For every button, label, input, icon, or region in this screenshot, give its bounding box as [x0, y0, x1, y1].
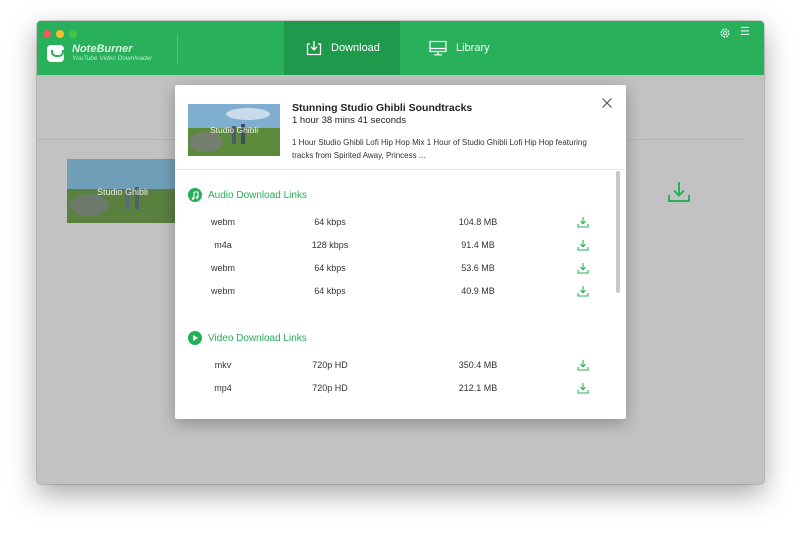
video-thumbnail: Studio Ghibli [188, 104, 280, 156]
zoom-window-button[interactable] [69, 30, 77, 38]
audio-row: webm 64 kbps 104.8 MB [175, 212, 615, 234]
download-icon[interactable] [577, 262, 589, 274]
tab-download-label: Download [331, 42, 380, 54]
background-thumb-text: Studio Ghibli [97, 187, 148, 197]
audio-row: webm 64 kbps 53.6 MB [175, 258, 615, 280]
app-logo: NoteBurner YouTube Video Downloader [47, 43, 152, 63]
title-bar: NoteBurner YouTube Video Downloader Down… [37, 21, 764, 75]
video-description: 1 Hour Studio Ghibli Lofi Hip Hop Mix 1 … [292, 138, 587, 160]
format-cell: mkv [214, 360, 232, 370]
play-icon [188, 331, 202, 345]
quality-cell: 720p HD [312, 360, 348, 370]
audio-section-title: Audio Download Links [188, 188, 307, 202]
video-duration: 1 hour 38 mins 41 seconds [292, 115, 407, 126]
download-links-dialog: Studio Ghibli Stunning Studio Ghibli Sou… [175, 85, 626, 419]
background-video-thumbnail: Studio Ghibli [67, 159, 175, 223]
size-cell: 40.9 MB [461, 286, 495, 296]
size-cell: 104.8 MB [458, 217, 498, 227]
app-name: NoteBurner [72, 43, 133, 55]
format-cell: webm [210, 217, 235, 227]
quality-cell: 128 kbps [311, 240, 349, 250]
format-cell: mp4 [214, 383, 232, 393]
format-cell: webm [210, 286, 235, 296]
video-section-label: Video Download Links [208, 332, 307, 344]
video-row: mkv 720p HD 350.4 MB [175, 355, 615, 377]
video-row: mp4 720p HD 212.1 MB [175, 378, 615, 400]
audio-row: m4a 128 kbps 91.4 MB [175, 235, 615, 257]
download-tray-icon [306, 41, 322, 56]
background-download-icon[interactable] [667, 181, 691, 203]
quality-cell: 64 kbps [314, 263, 346, 273]
video-section-title: Video Download Links [188, 331, 307, 345]
app-subtitle: YouTube Video Downloader [72, 55, 153, 62]
scrollbar-thumb[interactable] [616, 171, 620, 293]
size-cell: 350.4 MB [458, 360, 498, 370]
download-icon[interactable] [577, 285, 589, 297]
download-icon[interactable] [577, 359, 589, 371]
format-cell: webm [210, 263, 235, 273]
settings-gear-icon[interactable] [719, 27, 731, 39]
format-cell: m4a [214, 240, 232, 250]
close-dialog-icon[interactable] [601, 97, 613, 109]
download-icon[interactable] [577, 239, 589, 251]
video-title: Stunning Studio Ghibli Soundtracks [292, 102, 473, 114]
monitor-icon [429, 40, 447, 56]
music-note-icon [188, 188, 202, 202]
quality-cell: 64 kbps [314, 217, 346, 227]
tab-download[interactable]: Download [284, 21, 400, 75]
tab-library-label: Library [456, 42, 490, 54]
quality-cell: 64 kbps [314, 286, 346, 296]
size-cell: 212.1 MB [458, 383, 498, 393]
minimize-window-button[interactable] [56, 30, 64, 38]
tab-library[interactable]: Library [417, 21, 527, 75]
quality-cell: 720p HD [312, 383, 348, 393]
audio-section-label: Audio Download Links [208, 189, 307, 201]
size-cell: 53.6 MB [461, 263, 495, 273]
download-icon[interactable] [577, 216, 589, 228]
noteburner-logo-icon [47, 44, 64, 62]
menu-icon[interactable]: ☰ [740, 27, 750, 38]
header-separator [175, 169, 626, 170]
titlebar-divider [177, 35, 178, 65]
thumb-text: Studio Ghibli [210, 125, 258, 135]
size-cell: 91.4 MB [461, 240, 495, 250]
close-window-button[interactable] [43, 30, 51, 38]
audio-row: webm 64 kbps 40.9 MB [175, 281, 615, 303]
download-icon[interactable] [577, 382, 589, 394]
